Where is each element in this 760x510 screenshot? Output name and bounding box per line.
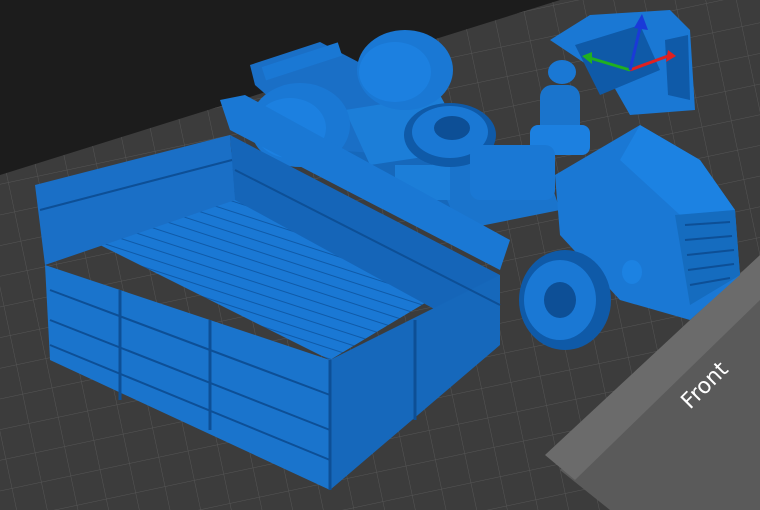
front-wheel[interactable]	[519, 250, 611, 350]
seat[interactable]	[470, 145, 555, 200]
scene-canvas[interactable]: Front	[0, 0, 760, 510]
headlight	[622, 260, 642, 284]
3d-viewport[interactable]: Front	[0, 0, 760, 510]
